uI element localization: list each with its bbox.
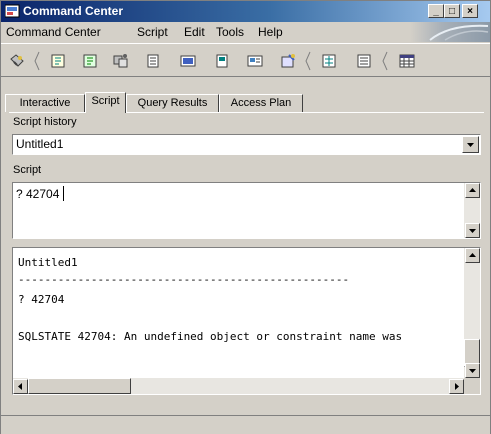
command-center-app-icon [5, 4, 20, 18]
grid-icon[interactable] [399, 53, 415, 69]
maximize-button[interactable]: □ [444, 4, 460, 18]
script-history-combo[interactable]: Untitled1 [12, 134, 481, 155]
status-bar [1, 415, 490, 434]
toolbar-separator [34, 51, 40, 71]
menu-bar: Command Center Script Edit Tools Help [1, 22, 490, 42]
arrow-up-icon [469, 188, 476, 192]
output-scroll-up-button[interactable] [465, 248, 480, 263]
title-bar: Command Center _ □ × [1, 1, 490, 22]
menu-command-center[interactable]: Command Center [6, 25, 101, 39]
output-line-title: Untitled1 [18, 256, 78, 269]
menu-edit[interactable]: Edit [184, 25, 205, 39]
menu-script[interactable]: Script [137, 25, 168, 39]
script-scroll-down-button[interactable] [465, 223, 480, 238]
window-title: Command Center [23, 4, 124, 18]
toolbar-separator-3 [382, 51, 388, 71]
scroll-corner [464, 378, 480, 394]
query-icon[interactable] [247, 53, 263, 69]
replication-icon[interactable] [113, 53, 129, 69]
tab-access-plan[interactable]: Access Plan [219, 94, 303, 112]
output-pane[interactable]: Untitled1 ------------------------------… [12, 247, 481, 395]
show-icon[interactable] [180, 53, 196, 69]
db-icon[interactable] [214, 53, 230, 69]
arrow-right-icon [455, 383, 459, 390]
connect-icon[interactable] [9, 53, 25, 69]
output-line-error: SQLSTATE 42704: An undefined object or c… [18, 330, 403, 343]
script-tab-panel: Script history Untitled1 Script ? 42704 … [9, 112, 484, 405]
script-editor-text: ? 42704 [16, 187, 60, 201]
chevron-down-icon [467, 143, 474, 147]
tab-interactive[interactable]: Interactive [5, 94, 85, 112]
output-scroll-left-button[interactable] [13, 379, 28, 394]
command-center-window: Command Center _ □ × Command Center Scri… [0, 0, 491, 434]
tab-strip: Interactive Script Query Results Access … [1, 92, 490, 113]
results-icon[interactable] [321, 53, 337, 69]
output-scroll-down-button[interactable] [465, 363, 480, 378]
output-hscroll-thumb[interactable] [28, 378, 131, 394]
script-history-dropdown-button[interactable] [462, 136, 479, 153]
arrow-down-icon [469, 369, 476, 373]
script-history-value: Untitled1 [16, 137, 64, 151]
wizard-icon[interactable] [280, 53, 296, 69]
script-label: Script [13, 164, 42, 176]
arrow-left-icon [18, 383, 22, 390]
tab-query-results[interactable]: Query Results [126, 94, 219, 112]
list-icon[interactable] [356, 53, 372, 69]
toolbar-separator-2 [305, 51, 311, 71]
menu-help[interactable]: Help [258, 25, 283, 39]
toolbar [1, 43, 490, 77]
script-history-label: Script history [13, 116, 77, 128]
close-button[interactable]: × [462, 4, 478, 18]
script-icon[interactable] [50, 53, 66, 69]
output-line-command: ? 42704 [18, 293, 65, 306]
arrow-down-icon [469, 229, 476, 233]
menu-banner-graphic [410, 22, 490, 42]
arrow-up-icon [469, 253, 476, 257]
text-cursor [63, 186, 64, 201]
script-editor[interactable]: ? 42704 [12, 182, 481, 239]
output-scroll-right-button[interactable] [449, 379, 464, 394]
tab-script[interactable]: Script [85, 92, 126, 113]
table-icon[interactable] [145, 53, 161, 69]
script-scroll-up-button[interactable] [465, 183, 480, 198]
minimize-button[interactable]: _ [428, 4, 444, 18]
output-line-divider: ----------------------------------------… [18, 273, 350, 286]
menu-tools[interactable]: Tools [216, 25, 244, 39]
script-2-icon[interactable] [82, 53, 98, 69]
